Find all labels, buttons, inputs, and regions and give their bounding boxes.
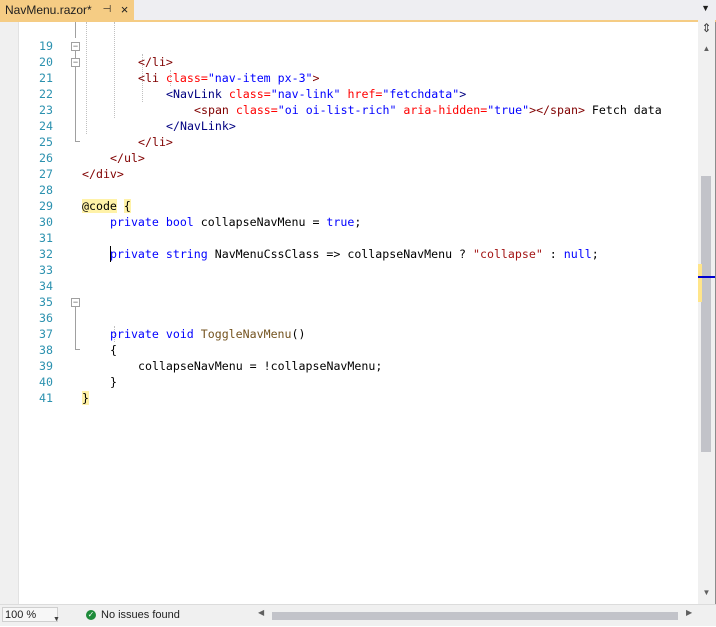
code-line: 30 (0, 198, 698, 229)
code-line: 27 (0, 150, 698, 181)
code-line: 36 private void ToggleNavMenu() (0, 294, 698, 341)
line-number: 41 (39, 391, 53, 405)
zoom-level-value: 100 % (5, 609, 37, 621)
document-tab-strip: NavMenu.razor* ⊣ × ▼ (0, 0, 716, 22)
code-line: 20 <li class="nav-item px-3"> (0, 38, 698, 85)
scroll-right-icon[interactable]: ▶ (686, 608, 692, 617)
code-line: 39 } (0, 342, 698, 389)
code-line: 29 private bool collapseNavMenu = true; (0, 182, 698, 229)
code-line: 34 (0, 262, 698, 293)
scroll-up-icon[interactable]: ▲ (698, 42, 715, 56)
code-line: 38 collapseNavMenu = !collapseNavMenu; (0, 326, 698, 373)
tab-navmenu-razor[interactable]: NavMenu.razor* ⊣ × (0, 0, 134, 20)
vertical-scroll-thumb[interactable] (701, 176, 711, 452)
code-line: 40 } (0, 358, 698, 405)
code-line: 37 { (0, 310, 698, 357)
scrollbar-change-marker (698, 264, 702, 302)
scroll-left-icon[interactable]: ◀ (258, 608, 264, 617)
text-caret (110, 246, 111, 262)
horizontal-scroll-thumb[interactable] (272, 612, 678, 620)
code-line: 21 <NavLink class="nav-link" href="fetch… (0, 54, 698, 101)
issues-status[interactable]: No issues found (101, 608, 180, 623)
code-line: 19 </li> (0, 22, 698, 69)
editor-bottom-bar: 100 % ▼ ✓ No issues found ◀ ▶ (0, 604, 716, 626)
code-editor[interactable]: − − − 19 </li> 20 <li class="nav-item px… (0, 22, 698, 604)
code-line: 35 (0, 278, 698, 309)
code-line: 22 <span class="oi oi-list-rich" aria-hi… (0, 70, 698, 117)
vertical-scrollbar[interactable]: ⇕ ▲ ▼ (698, 20, 715, 604)
code-line: 28 @code { (0, 166, 698, 213)
pin-icon[interactable]: ⊣ (101, 4, 113, 16)
tab-title: NavMenu.razor* (5, 3, 92, 17)
tab-list-dropdown-icon[interactable]: ▼ (701, 3, 710, 13)
code-line: 24 </li> (0, 102, 698, 149)
code-line: 31 private string NavMenuCssClass => col… (0, 214, 698, 261)
code-line: 33 (0, 246, 698, 277)
zoom-level-dropdown[interactable]: 100 % ▼ (2, 607, 60, 623)
split-window-icon[interactable]: ⇕ (698, 20, 715, 36)
check-circle-icon: ✓ (86, 610, 96, 620)
scroll-down-icon[interactable]: ▼ (698, 586, 715, 600)
code-line: 25 </ul> (0, 118, 698, 165)
close-icon[interactable]: × (118, 3, 131, 16)
code-line: 23 </NavLink> (0, 86, 698, 133)
code-line: 41 (0, 374, 698, 405)
code-line: 32 (0, 230, 698, 261)
scrollbar-caret-marker (698, 276, 715, 278)
code-line: 26 </div> (0, 134, 698, 181)
